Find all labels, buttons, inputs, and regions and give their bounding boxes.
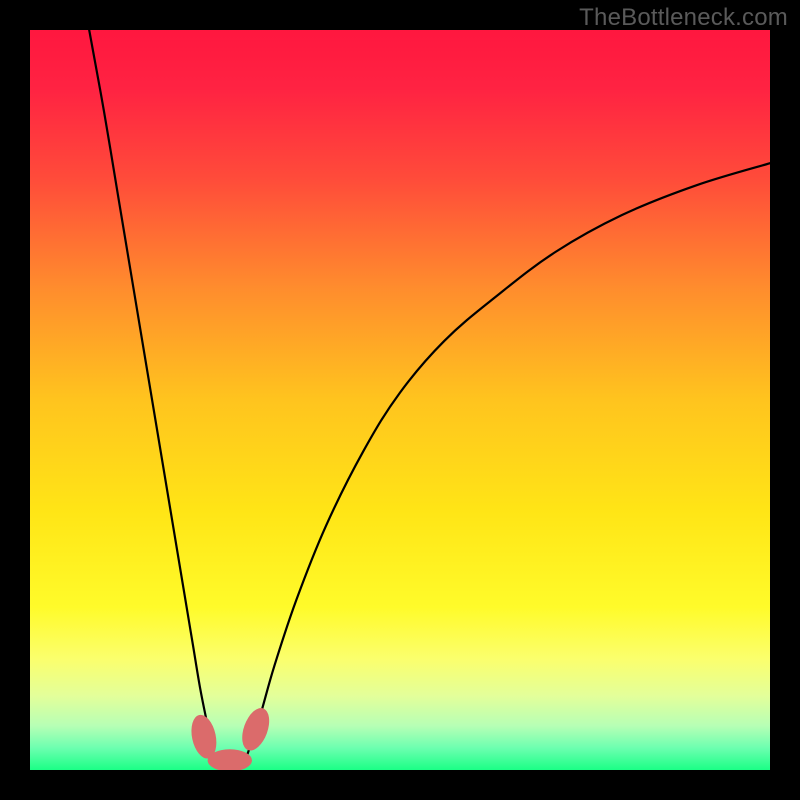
gradient-background (30, 30, 770, 770)
plot-area (30, 30, 770, 770)
chart-frame: TheBottleneck.com (0, 0, 800, 800)
watermark-text: TheBottleneck.com (579, 4, 788, 32)
chart-svg (30, 30, 770, 770)
